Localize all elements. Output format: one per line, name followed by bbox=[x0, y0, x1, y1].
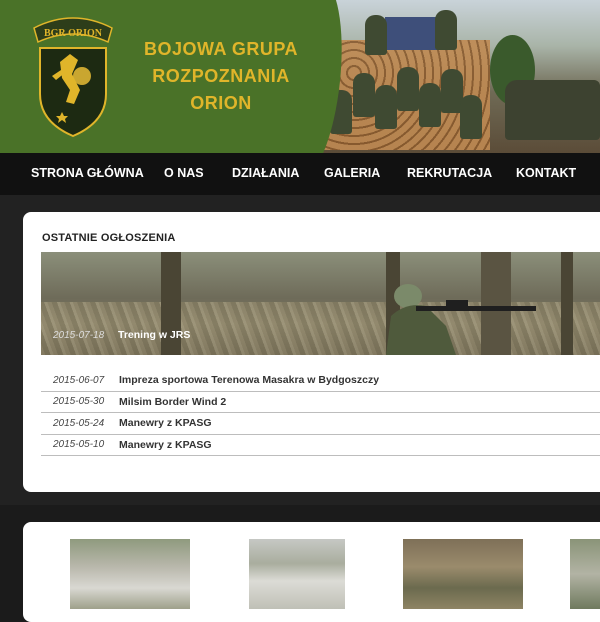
list-item[interactable]: 2015-05-30 Milsim Border Wind 2 bbox=[41, 392, 600, 413]
announcements-panel: OSTATNIE OGŁOSZENIA 2015-07-18 Trening w… bbox=[23, 212, 600, 492]
nav-item-home[interactable]: STRONA GŁÓWNA bbox=[31, 166, 144, 180]
list-item-date: 2015-06-07 bbox=[53, 374, 105, 386]
site-title-line-2: ROZPOZNANIA bbox=[152, 66, 290, 86]
list-item[interactable]: 2015-05-24 Manewry z KPASG bbox=[41, 413, 600, 435]
featured-date: 2015-07-18 bbox=[53, 330, 105, 341]
list-item-title[interactable]: Milsim Border Wind 2 bbox=[119, 396, 226, 408]
list-item[interactable]: 2015-06-07 Impreza sportowa Terenowa Mas… bbox=[41, 370, 600, 392]
gallery-thumbnail[interactable] bbox=[403, 539, 523, 609]
list-item-title[interactable]: Manewry z KPASG bbox=[119, 439, 212, 451]
site-title: BOJOWA GRUPA ROZPOZNANIA ORION bbox=[128, 36, 314, 117]
site-header: BGR ORION BOJOWA GRUPA ROZPOZNANIA ORION bbox=[0, 0, 600, 153]
gallery-thumbnail[interactable] bbox=[70, 539, 190, 609]
header-photo-flag bbox=[385, 17, 440, 50]
list-item-date: 2015-05-10 bbox=[53, 439, 105, 451]
nav-item-recruitment[interactable]: REKRUTACJA bbox=[407, 166, 492, 180]
unit-badge-logo[interactable]: BGR ORION bbox=[30, 14, 116, 138]
announcements-list: 2015-06-07 Impreza sportowa Terenowa Mas… bbox=[41, 370, 600, 456]
main-nav: STRONA GŁÓWNA O NAS DZIAŁANIA GALERIA RE… bbox=[0, 153, 600, 195]
nav-item-gallery[interactable]: GALERIA bbox=[324, 166, 380, 180]
featured-photo-soldier bbox=[386, 284, 536, 355]
nav-item-contact[interactable]: KONTAKT bbox=[516, 166, 576, 180]
list-item-date: 2015-05-24 bbox=[53, 417, 105, 429]
site-title-line-1: BOJOWA GRUPA bbox=[143, 39, 298, 59]
list-item-title[interactable]: Manewry z KPASG bbox=[119, 417, 212, 429]
announcements-title: OSTATNIE OGŁOSZENIA bbox=[42, 232, 176, 244]
featured-announcement[interactable]: 2015-07-18 Trening w JRS bbox=[41, 252, 600, 355]
header-photo-vehicle bbox=[505, 80, 600, 140]
nav-item-about[interactable]: O NAS bbox=[164, 166, 204, 180]
gallery-panel bbox=[23, 522, 600, 622]
header-photo-soldiers bbox=[325, 10, 485, 153]
gallery-thumbnail[interactable] bbox=[570, 539, 600, 609]
list-item-title[interactable]: Impreza sportowa Terenowa Masakra w Bydg… bbox=[119, 374, 379, 386]
badge-text: BGR ORION bbox=[44, 28, 103, 39]
list-item[interactable]: 2015-05-10 Manewry z KPASG bbox=[41, 435, 600, 456]
gallery-thumbnail[interactable] bbox=[249, 539, 345, 609]
list-item-date: 2015-05-30 bbox=[53, 396, 105, 408]
featured-title[interactable]: Trening w JRS bbox=[118, 329, 190, 341]
nav-item-activities[interactable]: DZIAŁANIA bbox=[232, 166, 299, 180]
site-title-line-3: ORION bbox=[190, 93, 252, 113]
